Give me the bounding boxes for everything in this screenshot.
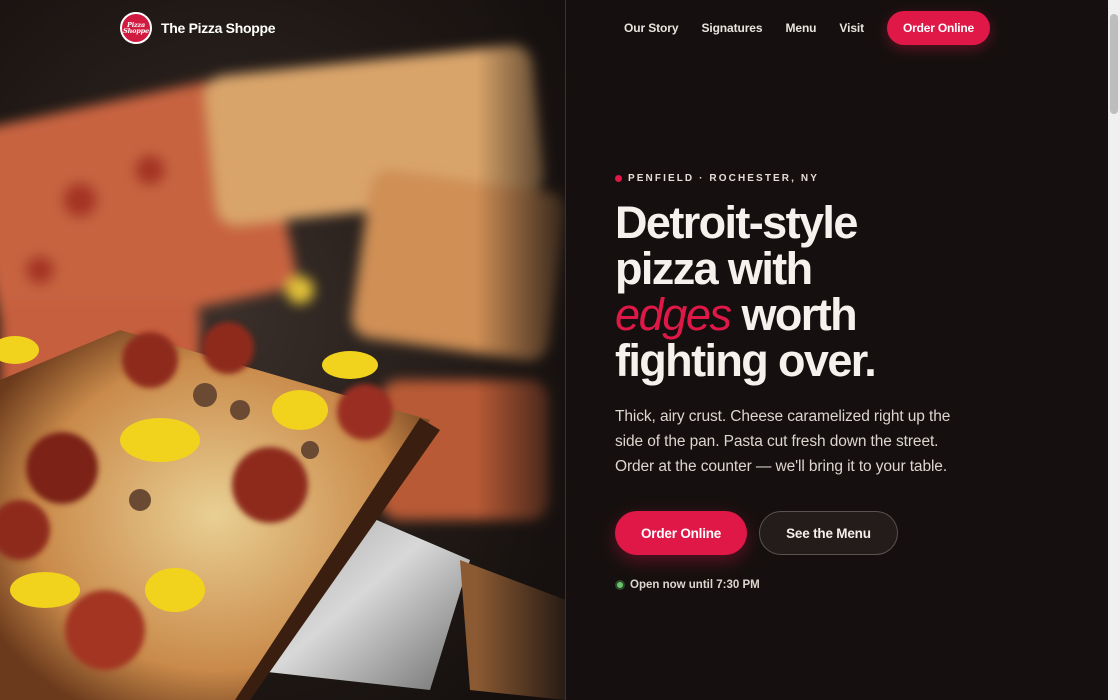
open-status: Open now until 7:30 PM <box>615 579 1035 591</box>
see-menu-button[interactable]: See the Menu <box>759 511 898 555</box>
location-dot-icon <box>615 175 622 182</box>
nav-link-menu[interactable]: Menu <box>785 21 816 35</box>
hero-content: PENFIELD · ROCHESTER, NY Detroit-style p… <box>615 173 1035 591</box>
location-eyebrow: PENFIELD · ROCHESTER, NY <box>615 173 1035 184</box>
nav-link-visit[interactable]: Visit <box>839 21 864 35</box>
headline-accent: edges <box>615 289 732 340</box>
nav-order-online-button[interactable]: Order Online <box>887 11 990 45</box>
headline-line-4: fighting over. <box>615 335 877 386</box>
logo-text-shoppe: Shoppe <box>123 27 149 35</box>
location-text: PENFIELD · ROCHESTER, NY <box>628 173 819 184</box>
brand-logo[interactable]: Pizza Shoppe <box>120 12 152 44</box>
hero-divider <box>565 0 566 700</box>
headline-line-1: Detroit-style <box>615 197 858 248</box>
open-status-text: Open now until 7:30 PM <box>630 579 760 591</box>
hero-headline: Detroit-style pizza with edges worth fig… <box>615 200 1035 384</box>
nav-link-our-story[interactable]: Our Story <box>624 21 679 35</box>
hero-description: Thick, airy crust. Cheese caramelized ri… <box>615 408 951 475</box>
headline-line-2: pizza with <box>615 243 813 294</box>
brand-name[interactable]: The Pizza Shoppe <box>161 20 276 36</box>
brand[interactable]: Pizza Shoppe The Pizza Shoppe <box>120 11 276 45</box>
page-scrollbar[interactable] <box>1108 0 1120 700</box>
main-nav: Our Story Signatures Menu Visit Order On… <box>624 11 990 45</box>
open-status-dot-icon <box>615 580 625 590</box>
headline-line-3-rest: worth <box>730 289 858 340</box>
nav-link-signatures[interactable]: Signatures <box>701 21 762 35</box>
hero-actions: Order Online See the Menu <box>615 511 1035 555</box>
scrollbar-thumb[interactable] <box>1110 14 1118 114</box>
order-online-button[interactable]: Order Online <box>615 511 748 555</box>
hero-pizza-photo <box>0 0 566 700</box>
